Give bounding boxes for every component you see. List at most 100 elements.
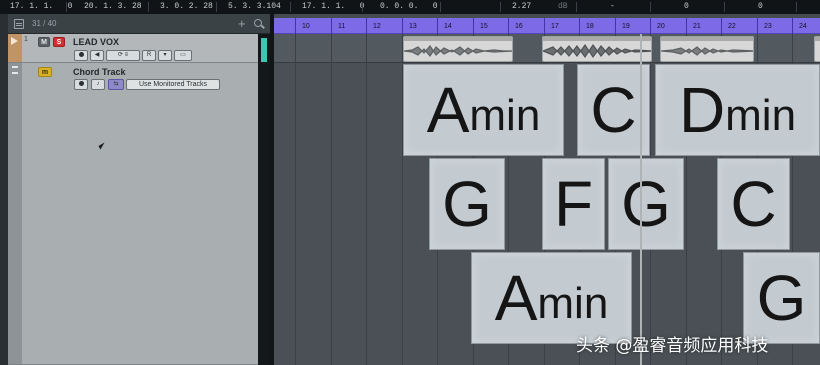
follow-mode-icon[interactable]: ⇆ — [108, 79, 124, 90]
audio-event[interactable] — [660, 36, 754, 62]
ruler-tick — [757, 18, 758, 34]
ruler-tick — [721, 18, 722, 34]
ruler-tick — [615, 18, 616, 34]
ruler-tick — [402, 18, 403, 34]
track-list-header: 31 / 40 + — [8, 14, 270, 34]
info-field: 2.27 — [512, 2, 532, 11]
audio-event[interactable] — [403, 36, 513, 62]
ruler-bar-number: 22 — [728, 23, 736, 30]
solo-button[interactable]: S — [53, 37, 65, 47]
ruler-bar-number: 21 — [693, 23, 701, 30]
track-list-menu-icon[interactable] — [14, 19, 24, 29]
info-field: dB — [558, 2, 568, 11]
bar-gridline — [331, 34, 332, 365]
ruler-bar-number: 23 — [764, 23, 772, 30]
ruler-tick — [544, 18, 545, 34]
chord-root: G — [756, 262, 807, 334]
chord-event[interactable]: D min — [655, 64, 820, 156]
ruler-bar-number: 20 — [657, 23, 665, 30]
chord-quality: min — [469, 91, 541, 140]
info-field: - — [610, 2, 615, 11]
chord-root: G — [621, 168, 671, 240]
chord-event[interactable]: C — [717, 158, 790, 250]
ruler-bar-number: 16 — [515, 23, 523, 30]
chord-quality: min — [537, 279, 609, 328]
add-track-icon[interactable]: + — [238, 16, 246, 31]
chord-record-icon[interactable] — [74, 79, 88, 90]
ruler-bar-number: 19 — [622, 23, 630, 30]
monitor-button[interactable]: ◀ — [90, 50, 104, 61]
ruler-bar-number: 15 — [480, 23, 488, 30]
bar-gridline — [295, 34, 296, 365]
voicing-icon[interactable]: ♪ — [91, 79, 105, 90]
ruler-bar-number: 24 — [799, 23, 807, 30]
chord-root: C — [590, 74, 637, 146]
chord-track-icon — [12, 66, 18, 74]
bar-gridline — [366, 34, 367, 365]
info-field: 17. 1. 1. 0 — [10, 2, 73, 11]
chord-event[interactable]: A min — [403, 64, 564, 156]
chord-root: F — [553, 168, 594, 240]
edit-instrument-icon[interactable]: ▭ — [174, 50, 192, 61]
level-meter — [261, 38, 267, 62]
track-number: 1 — [24, 36, 28, 43]
monitored-tracks-dropdown[interactable]: Use Monitored Tracks — [126, 79, 220, 90]
chord-event[interactable]: G — [429, 158, 505, 250]
chord-root: A — [494, 262, 538, 334]
chord-root: A — [426, 74, 470, 146]
timeline-ruler[interactable]: 10 11 12 13 14 15 16 17 18 19 20 21 22 23 24 — [274, 18, 820, 34]
ruler-tick — [508, 18, 509, 34]
mute-button[interactable]: M — [38, 37, 50, 47]
project-window: 10 11 12 13 14 15 16 17 18 19 20 21 22 23 24 A min C D… — [274, 14, 820, 365]
chord-root: D — [678, 74, 726, 146]
track-area: 1 M S LEAD VOX ◀ ⟳ ≡ R ▾ ▭ m Chord Track… — [8, 34, 258, 365]
info-field: 0. 0. 0. 0 — [380, 2, 438, 11]
info-field: 17. 1. 1. 0 — [302, 2, 365, 11]
ruler-bar-number: 13 — [409, 23, 417, 30]
ruler-tick — [437, 18, 438, 34]
ruler-bar-number: 17 — [551, 23, 559, 30]
ruler-bar-number: 12 — [373, 23, 381, 30]
track-color-strip — [8, 63, 22, 364]
chord-mute-button[interactable]: m — [38, 67, 52, 77]
ruler-bar-number: 14 — [444, 23, 452, 30]
ruler-bar-number: 10 — [302, 23, 310, 30]
ruler-bar-number: 11 — [338, 23, 346, 30]
ruler-tick — [366, 18, 367, 34]
track-lead-vox[interactable]: 1 M S LEAD VOX ◀ ⟳ ≡ R ▾ ▭ — [8, 34, 258, 63]
read-automation-button[interactable]: R — [142, 50, 156, 61]
ruler-tick — [792, 18, 793, 34]
info-field: 20. 1. 3. 28 — [84, 2, 142, 11]
ruler-tick — [295, 18, 296, 34]
track-chord[interactable]: m Chord Track ♪ ⇆ Use Monitored Tracks — [8, 63, 258, 365]
watermark-text: 头条 @盈睿音频应用科技 — [576, 336, 769, 356]
ruler-tick — [473, 18, 474, 34]
chord-event[interactable]: G — [608, 158, 684, 250]
chord-root: C — [730, 168, 777, 240]
audio-event[interactable] — [814, 36, 820, 62]
track-name[interactable]: Chord Track — [73, 67, 126, 77]
ruler-tick — [579, 18, 580, 34]
level-meter-column — [258, 34, 270, 365]
inspector-edge — [0, 14, 8, 365]
audio-event[interactable] — [542, 36, 652, 62]
ruler-tick — [331, 18, 332, 34]
info-field: 3. 0. 2. 28 — [160, 2, 213, 11]
record-enable-button[interactable] — [74, 50, 88, 61]
chord-event[interactable]: F — [542, 158, 605, 250]
playhead-cursor[interactable] — [640, 34, 642, 365]
ruler-tick — [686, 18, 687, 34]
track-name[interactable]: LEAD VOX — [73, 37, 119, 47]
search-icon[interactable] — [254, 19, 262, 27]
transport-info-bar: 17. 1. 1. 0 20. 1. 3. 28 3. 0. 2. 28 5. … — [0, 0, 820, 14]
ruler-bar-number: 18 — [586, 23, 594, 30]
write-automation-button[interactable]: ▾ — [158, 50, 172, 61]
ruler-tick — [650, 18, 651, 34]
chord-quality: min — [725, 91, 797, 140]
track-expand-icon[interactable] — [11, 37, 18, 45]
info-field: 0 — [758, 2, 763, 11]
track-settings-icon[interactable]: ⟳ ≡ — [106, 50, 140, 61]
track-list: 31 / 40 + 1 M S LEAD VOX ◀ ⟳ ≡ R ▾ ▭ m C… — [8, 14, 270, 365]
info-field: 0 — [684, 2, 689, 11]
track-count: 31 / 40 — [32, 19, 57, 28]
